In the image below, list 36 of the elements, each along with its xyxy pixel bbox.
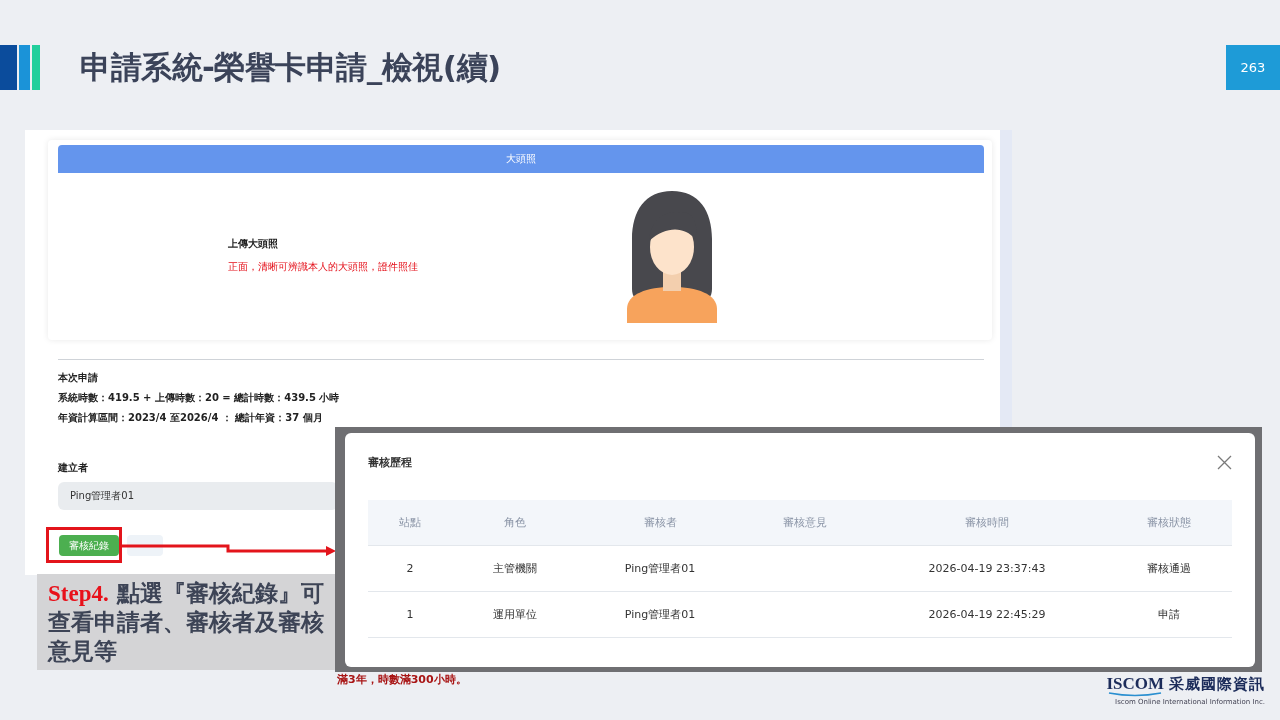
section-heading: 本次申請 <box>58 371 98 385</box>
card-header: 大頭照 <box>58 145 984 173</box>
column-header: 審核狀態 <box>1106 500 1232 546</box>
table-cell: 2026-04-19 23:37:43 <box>868 545 1106 592</box>
table-cell: 主管機關 <box>452 545 578 592</box>
swoosh-icon <box>1107 691 1164 697</box>
creator-field[interactable]: Ping管理者01 <box>58 482 338 510</box>
page-number: 263 <box>1226 45 1280 90</box>
hours-summary: 系統時數：419.5 + 上傳時數：20 = 總計時數：439.5 小時 <box>58 391 340 405</box>
avatar-icon <box>627 188 717 323</box>
upload-hint: 正面，清晰可辨識本人的大頭照，證件照佳 <box>228 260 418 274</box>
table-cell: 審核通過 <box>1106 545 1232 592</box>
close-button[interactable] <box>1217 454 1232 470</box>
table-cell: Ping管理者01 <box>578 545 742 592</box>
column-header: 角色 <box>452 500 578 546</box>
close-icon <box>1217 454 1232 470</box>
table-cell: 運用單位 <box>452 591 578 638</box>
callout-text: Step4. 點選『審核紀錄』可查看申請者、審核者及審核意見等 <box>48 579 325 666</box>
column-header: 審核時間 <box>868 500 1106 546</box>
column-header: 審核意見 <box>742 500 868 546</box>
modal-title: 審核歷程 <box>368 454 412 470</box>
slide-title: 申請系統-榮譽卡申請_檢視(續) <box>80 47 501 87</box>
column-header: 審核者 <box>578 500 742 546</box>
logo-text: ISCOM <box>1106 675 1164 693</box>
table-cell: 申請 <box>1106 591 1232 638</box>
table-cell: Ping管理者01 <box>578 591 742 638</box>
title-bars-icon <box>0 45 40 90</box>
requirement-note: 滿3年，時數滿300小時。 <box>337 672 467 687</box>
field-label: 建立者 <box>58 461 88 475</box>
table-cell: 2026-04-19 22:45:29 <box>868 591 1106 638</box>
upload-label: 上傳大頭照 <box>228 237 278 251</box>
table-cell: 1 <box>368 591 452 638</box>
table-cell: 2 <box>368 545 452 592</box>
column-header: 站點 <box>368 500 452 546</box>
seniority-summary: 年資計算區間：2023/4 至2026/4 ： 總計年資：37 個月 <box>58 411 323 425</box>
company-name: 采威國際資訊 <box>1169 675 1265 693</box>
